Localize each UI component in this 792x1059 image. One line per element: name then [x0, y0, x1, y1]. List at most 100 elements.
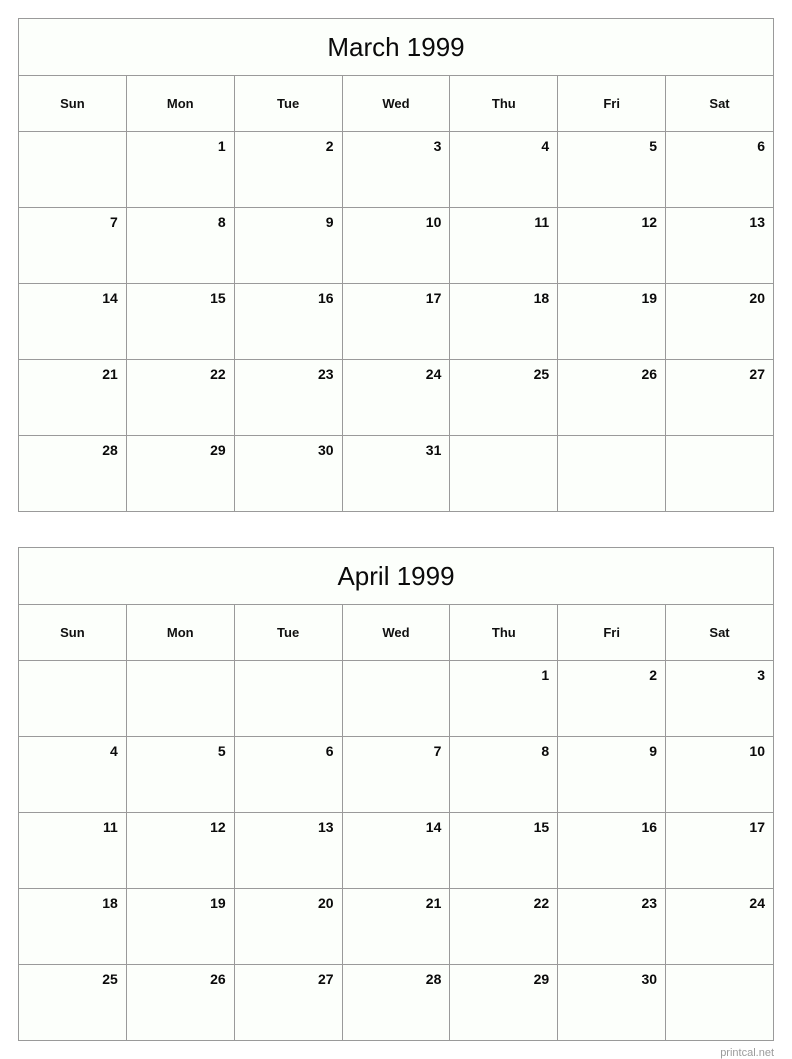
day-number: 19: [210, 895, 226, 911]
day-number: 24: [749, 895, 765, 911]
day-cell[interactable]: 18: [449, 283, 559, 360]
day-number: 22: [533, 895, 550, 911]
day-number: 7: [433, 743, 442, 759]
day-cell[interactable]: 13: [665, 207, 774, 284]
day-cell[interactable]: 31: [341, 435, 451, 512]
day-cell[interactable]: 12: [557, 207, 667, 284]
day-cell[interactable]: 1: [449, 660, 559, 737]
day-number: 16: [317, 290, 334, 306]
day-number: 26: [210, 971, 226, 987]
day-cell[interactable]: 7: [18, 207, 127, 284]
day-number: 8: [541, 743, 550, 759]
week-row: 14 15 16 17 18 19 20: [18, 283, 774, 360]
day-cell[interactable]: 17: [665, 812, 774, 889]
day-cell[interactable]: 8: [125, 207, 235, 284]
day-cell[interactable]: 10: [341, 207, 451, 284]
day-cell[interactable]: 8: [449, 736, 559, 813]
day-cell[interactable]: 28: [18, 435, 127, 512]
weekday-header-sat: Sat: [665, 604, 774, 661]
day-cell[interactable]: 17: [341, 283, 451, 360]
week-row: 11 12 13 14 15 16 17: [18, 812, 774, 889]
calendar-title-row: April 1999: [18, 547, 774, 605]
day-cell[interactable]: 6: [233, 736, 343, 813]
day-cell[interactable]: 24: [341, 359, 451, 436]
day-cell[interactable]: 6: [665, 131, 774, 208]
day-number: 3: [757, 667, 765, 683]
day-cell[interactable]: 11: [18, 812, 127, 889]
calendar-title: April 1999: [18, 547, 774, 605]
day-cell[interactable]: 19: [125, 888, 235, 965]
day-cell[interactable]: 27: [665, 359, 774, 436]
day-cell[interactable]: 21: [18, 359, 127, 436]
day-cell[interactable]: 27: [233, 964, 343, 1041]
day-cell[interactable]: 4: [449, 131, 559, 208]
day-cell[interactable]: 1: [125, 131, 235, 208]
day-cell[interactable]: 11: [449, 207, 559, 284]
day-cell[interactable]: 3: [341, 131, 451, 208]
day-number: 21: [425, 895, 442, 911]
day-number: 25: [102, 971, 118, 987]
day-cell[interactable]: 22: [449, 888, 559, 965]
weekday-header-wed: Wed: [341, 604, 451, 661]
day-cell[interactable]: 14: [341, 812, 451, 889]
day-cell[interactable]: 3: [665, 660, 774, 737]
day-cell[interactable]: 16: [557, 812, 667, 889]
week-row: 4 5 6 7 8 9 10: [18, 736, 774, 813]
day-number: [235, 661, 342, 682]
day-number: 13: [317, 819, 334, 835]
day-cell[interactable]: 29: [125, 435, 235, 512]
day-number: [558, 436, 665, 457]
day-cell[interactable]: 22: [125, 359, 235, 436]
day-cell[interactable]: 10: [665, 736, 774, 813]
week-row: 25 26 27 28 29 30: [18, 964, 774, 1041]
day-number: 3: [433, 138, 442, 154]
day-cell[interactable]: 23: [233, 359, 343, 436]
day-cell[interactable]: 26: [557, 359, 667, 436]
day-cell[interactable]: 9: [233, 207, 343, 284]
week-row: 1 2 3: [18, 660, 774, 737]
day-number: 31: [425, 442, 442, 458]
weekday-header-sun: Sun: [18, 75, 127, 132]
day-number: 11: [534, 214, 550, 230]
weekday-header-mon: Mon: [125, 75, 235, 132]
day-cell[interactable]: 15: [449, 812, 559, 889]
day-cell[interactable]: 16: [233, 283, 343, 360]
day-number: 14: [425, 819, 442, 835]
day-cell[interactable]: 20: [665, 283, 774, 360]
day-cell[interactable]: 2: [233, 131, 343, 208]
day-cell[interactable]: 30: [233, 435, 343, 512]
day-cell[interactable]: 24: [665, 888, 774, 965]
day-cell[interactable]: 26: [125, 964, 235, 1041]
day-cell[interactable]: 29: [449, 964, 559, 1041]
day-number: 12: [641, 214, 658, 230]
day-cell[interactable]: 14: [18, 283, 127, 360]
day-cell[interactable]: 19: [557, 283, 667, 360]
day-cell[interactable]: 13: [233, 812, 343, 889]
day-number: 6: [325, 743, 334, 759]
day-number: 1: [541, 667, 550, 683]
day-cell-empty: [557, 435, 667, 512]
day-cell[interactable]: 25: [449, 359, 559, 436]
day-cell[interactable]: 30: [557, 964, 667, 1041]
day-number: 2: [325, 138, 334, 154]
day-cell[interactable]: 21: [341, 888, 451, 965]
week-row: 21 22 23 24 25 26 27: [18, 359, 774, 436]
weekday-header-sun: Sun: [18, 604, 127, 661]
day-cell[interactable]: 28: [341, 964, 451, 1041]
day-number: 8: [217, 214, 226, 230]
day-number: 2: [649, 667, 658, 683]
day-cell[interactable]: 18: [18, 888, 127, 965]
day-cell[interactable]: 25: [18, 964, 127, 1041]
day-cell[interactable]: 5: [557, 131, 667, 208]
day-cell[interactable]: 7: [341, 736, 451, 813]
day-cell[interactable]: 2: [557, 660, 667, 737]
day-cell[interactable]: 9: [557, 736, 667, 813]
day-cell[interactable]: 20: [233, 888, 343, 965]
month-calendar: April 1999 Sun Mon Tue Wed Thu Fri Sat 1 2 3 4 5 6 7 8 9…: [18, 547, 774, 1041]
day-cell[interactable]: 12: [125, 812, 235, 889]
day-cell[interactable]: 15: [125, 283, 235, 360]
day-cell[interactable]: 5: [125, 736, 235, 813]
day-cell[interactable]: 23: [557, 888, 667, 965]
day-cell[interactable]: 4: [18, 736, 127, 813]
calendar-title-row: March 1999: [18, 18, 774, 76]
